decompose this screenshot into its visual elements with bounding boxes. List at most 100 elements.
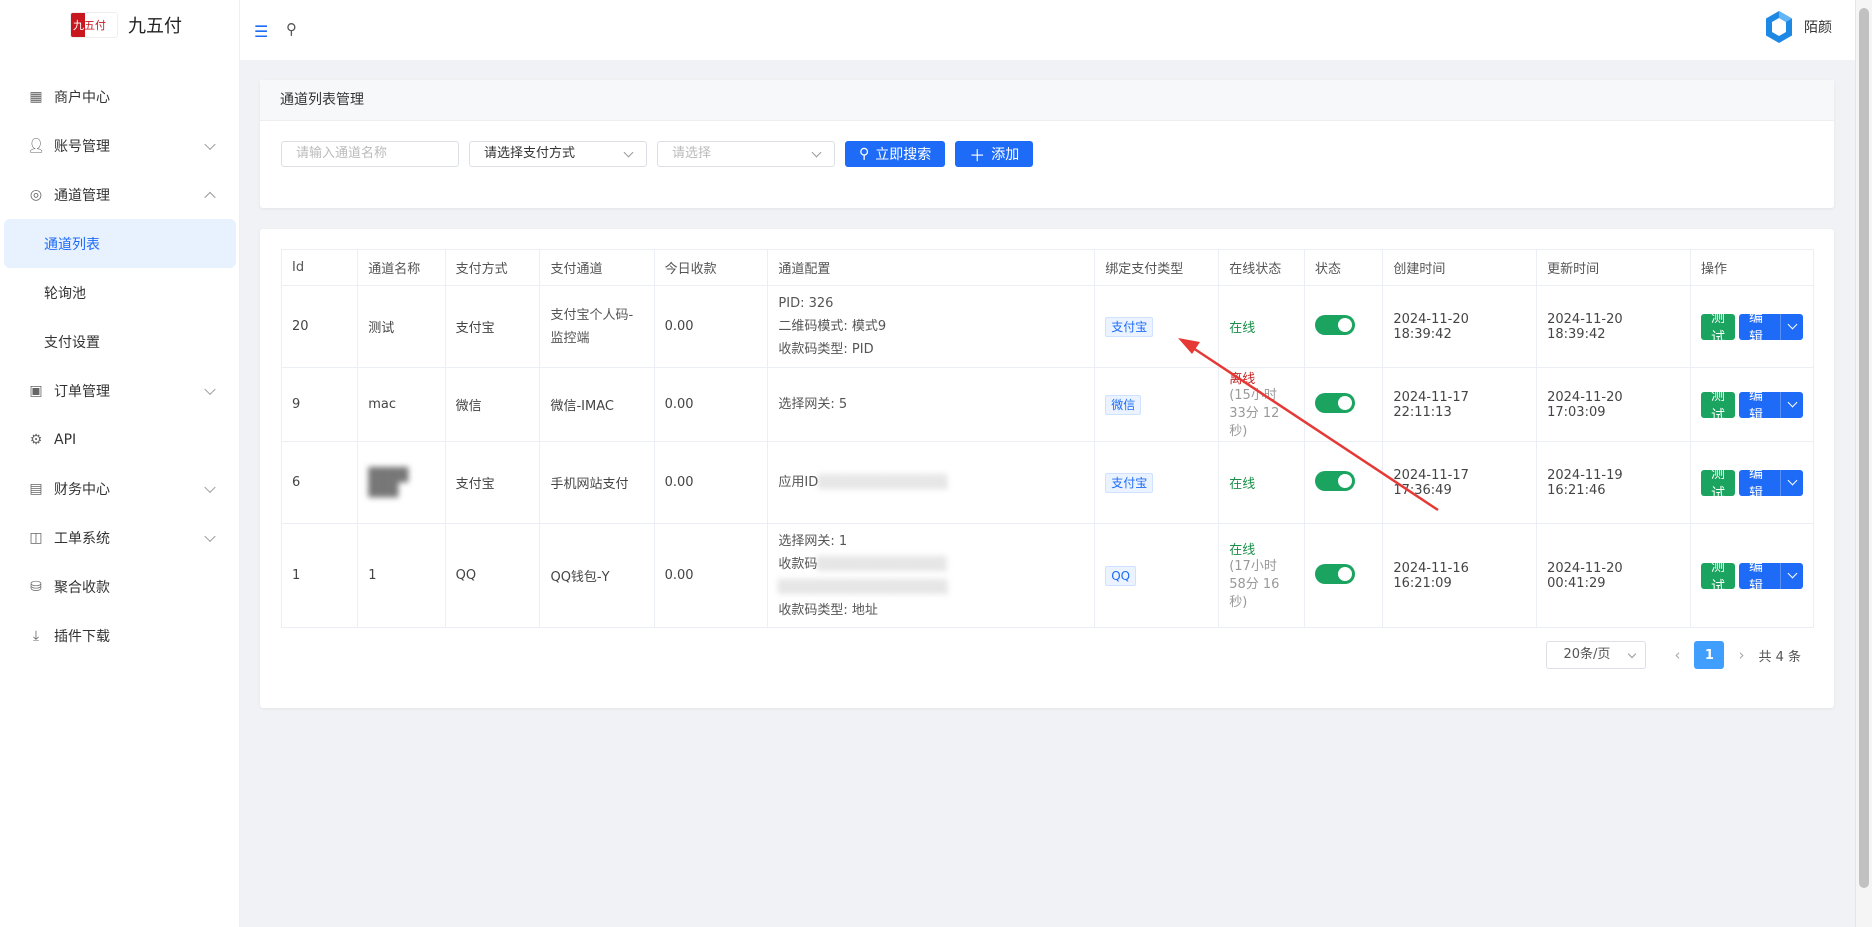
cell-bind-type: 微信: [1094, 367, 1220, 442]
sidebar-item-channel[interactable]: ◎ 通道管理: [0, 170, 240, 219]
channel-name-input[interactable]: 请输入通道名称: [281, 141, 459, 167]
edit-button[interactable]: 编辑: [1739, 388, 1781, 424]
scrollbar-thumb[interactable]: [1859, 8, 1869, 888]
edit-button[interactable]: 编辑: [1739, 559, 1781, 595]
page-size-select[interactable]: 20条/页: [1546, 641, 1647, 669]
sidebar-subitem-channel-list[interactable]: 通道列表: [4, 219, 236, 268]
cell-channel: QQ钱包-Y: [539, 523, 655, 628]
edit-split-button: 编辑: [1739, 310, 1803, 346]
pay-type-tag: 支付宝: [1105, 472, 1154, 493]
status-toggle[interactable]: [1315, 314, 1356, 335]
test-button[interactable]: 测试: [1701, 310, 1735, 346]
app-logo[interactable]: 九五付 九五付: [70, 12, 182, 38]
sidebar-item-tickets[interactable]: ◫ 工单系统: [0, 513, 240, 562]
online-status: 在线: [1229, 477, 1256, 492]
add-button[interactable]: ＋ 添加: [955, 141, 1034, 167]
download-icon: ⤓: [32, 627, 40, 644]
sidebar-menu: ▦ 商户中心 👤︎ 账号管理 ◎ 通道管理 通道列表 轮询池 支付设置 ▣ 订单…: [0, 72, 240, 660]
user-icon: 👤︎: [27, 137, 45, 154]
sidebar-item-plugins[interactable]: ⤓ 插件下载: [0, 611, 240, 660]
config-line: ░░░░░░░░░░░░░░░░░: [778, 576, 1084, 599]
table-card: Id 通道名称 支付方式 支付通道 今日收款 通道配置 绑定支付类型 在线状态 …: [260, 229, 1834, 708]
sidebar-item-orders[interactable]: ▣ 订单管理: [0, 366, 240, 415]
table-header-row: Id 通道名称 支付方式 支付通道 今日收款 通道配置 绑定支付类型 在线状态 …: [280, 249, 1814, 286]
cell-channel: 手机网站支付: [539, 441, 655, 524]
cell-ops: 测试 编辑: [1690, 285, 1814, 368]
add-button-label: 添加: [991, 147, 1020, 163]
sidebar-item-api[interactable]: ⚙ API: [0, 415, 240, 464]
test-button[interactable]: 测试: [1701, 388, 1735, 424]
cell-updated: 2024-11-19 16:21:46: [1536, 441, 1691, 524]
sidebar-subitem-pay-settings[interactable]: 支付设置: [0, 317, 240, 366]
cell-name: ████ ███: [357, 441, 446, 524]
status-toggle[interactable]: [1315, 392, 1356, 413]
chevron-down-icon: [1787, 319, 1798, 330]
col-pay-method: 支付方式: [444, 249, 541, 286]
vertical-scrollbar[interactable]: [1855, 0, 1872, 927]
cell-created: 2024-11-17 17:36:49: [1382, 441, 1538, 524]
search-icon[interactable]: ⚲: [286, 20, 297, 38]
user-menu[interactable]: 陌颜: [1764, 10, 1832, 44]
cell-pay-method: 支付宝: [444, 441, 541, 524]
edit-dropdown-toggle[interactable]: [1780, 562, 1803, 589]
edit-dropdown-toggle[interactable]: [1780, 391, 1803, 418]
test-button[interactable]: 测试: [1701, 559, 1735, 595]
sidebar-subitem-polling-pool[interactable]: 轮询池: [0, 268, 240, 317]
online-duration: (17小时 58分 16秒): [1229, 559, 1280, 610]
coins-icon: ⛁: [30, 578, 42, 595]
sidebar: 九五付 九五付 ▦ 商户中心 👤︎ 账号管理 ◎ 通道管理 通道列表 轮询池 支…: [0, 0, 240, 927]
sidebar-item-label: 通道管理: [54, 187, 110, 204]
config-line-text: 收款码: [778, 556, 818, 572]
cell-name: mac: [357, 367, 446, 442]
prev-page-icon[interactable]: ‹: [1674, 646, 1680, 664]
sidebar-item-finance[interactable]: ▤ 财务中心: [0, 464, 240, 513]
col-status: 状态: [1304, 249, 1384, 286]
pay-method-select[interactable]: 请选择支付方式: [469, 141, 647, 167]
col-updated: 更新时间: [1536, 249, 1691, 286]
config-line: 选择网关: 1: [778, 533, 848, 549]
config-line: 应用ID: [778, 475, 819, 490]
redacted-config: ░░░░░░░░░░░░░: [817, 556, 948, 572]
chevron-down-icon: [1628, 649, 1637, 659]
config-line: 选择网关: 5: [778, 397, 848, 412]
book-icon: ◫: [29, 529, 43, 546]
next-page-icon[interactable]: ›: [1738, 646, 1744, 664]
card-title: 通道列表管理: [260, 80, 1834, 121]
menu-toggle-icon[interactable]: ☰: [254, 22, 268, 41]
sidebar-item-account[interactable]: 👤︎ 账号管理: [0, 121, 240, 170]
cell-id: 6: [280, 441, 359, 524]
sidebar-item-label: 插件下载: [54, 628, 110, 645]
col-bind-type: 绑定支付类型: [1094, 249, 1220, 286]
status-toggle[interactable]: [1315, 470, 1356, 491]
sidebar-item-label: 商户中心: [54, 89, 110, 106]
generic-select[interactable]: 请选择: [657, 141, 835, 167]
edit-button[interactable]: 编辑: [1739, 310, 1781, 346]
status-toggle[interactable]: [1315, 563, 1356, 584]
table-row: 20 测试 支付宝 支付宝个人码-监控端 0.00 PID: 326 二维码模式…: [280, 285, 1814, 368]
col-id: Id: [280, 249, 359, 286]
edit-button[interactable]: 编辑: [1739, 466, 1781, 502]
sidebar-item-merchant-center[interactable]: ▦ 商户中心: [0, 72, 240, 121]
edit-dropdown-toggle[interactable]: [1780, 469, 1803, 496]
pay-type-tag: 支付宝: [1105, 316, 1154, 337]
edit-split-button: 编辑: [1739, 466, 1803, 502]
edit-dropdown-toggle[interactable]: [1780, 313, 1803, 340]
cell-status: [1304, 285, 1384, 368]
sidebar-item-label: API: [54, 431, 77, 448]
chevron-up-icon: [204, 191, 216, 203]
search-button[interactable]: ⚲ 立即搜索: [845, 141, 946, 167]
cell-pay-method: 支付宝: [444, 285, 541, 368]
col-name: 通道名称: [357, 249, 446, 286]
col-created: 创建时间: [1382, 249, 1538, 286]
clipboard-icon: ▣: [29, 382, 43, 399]
chevron-down-icon: [1787, 475, 1798, 486]
cell-config: 选择网关: 5: [767, 367, 1096, 442]
cell-ops: 测试 编辑: [1690, 441, 1814, 524]
cell-config: 选择网关: 1 收款码░░░░░░░░░░░░░ ░░░░░░░░░░░░░░░…: [767, 523, 1096, 628]
page-number-current[interactable]: 1: [1694, 641, 1725, 669]
online-status: 在线: [1229, 543, 1256, 558]
sidebar-item-label: 订单管理: [54, 383, 110, 400]
test-button[interactable]: 测试: [1701, 466, 1735, 502]
sidebar-item-aggregate[interactable]: ⛁ 聚合收款: [0, 562, 240, 611]
user-avatar-logo: [1766, 11, 1792, 43]
